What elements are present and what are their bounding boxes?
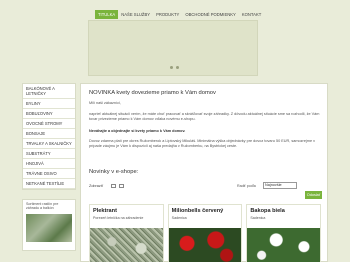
- product-name[interactable]: Plektrant: [90, 205, 163, 214]
- view-label: Zobraziť: [89, 184, 104, 188]
- product-card[interactable]: Plektrant Porezeň letnička na záhradenie: [89, 204, 164, 262]
- intro-paragraph: naprieť aktuálnej situácii verím, že mát…: [89, 112, 320, 121]
- product-subtitle: Sadenica: [250, 216, 266, 220]
- nav-item-kontakt[interactable]: Kontakt: [239, 10, 264, 19]
- nav-item-nase-sluzby[interactable]: Naše služby: [118, 10, 153, 19]
- product-list: Plektrant Porezeň letnička na záhradenie…: [89, 204, 322, 262]
- delivery-paragraph: Dovoz zdarma platí pre okres Ružomberok …: [89, 139, 316, 148]
- product-card[interactable]: Bakopa biela Sadenica: [246, 204, 322, 262]
- list-view-icon[interactable]: [119, 184, 124, 188]
- sort-select[interactable]: Najnovšie: [263, 182, 297, 189]
- product-image[interactable]: [168, 228, 242, 262]
- main-content: NOVINKA kvety dovezieme priamo k Vám dom…: [80, 83, 328, 262]
- sort-toolbar: Zobraziť Radiť podľa Najnovšie Odoslať: [89, 182, 322, 199]
- nav-item-titulka[interactable]: Titulka: [95, 10, 119, 19]
- nav-item-produkty[interactable]: Produkty: [153, 10, 182, 19]
- slider-dot[interactable]: [170, 66, 173, 69]
- slider-dot[interactable]: [176, 66, 179, 69]
- sidebar-item-ovocne-stromy[interactable]: Ovocné stromy: [23, 119, 75, 129]
- sidebar-promo[interactable]: Sortiment rastlín pre záhradu a balkón: [22, 199, 76, 251]
- product-card[interactable]: Milionbells červený Sadenica: [167, 204, 243, 262]
- sidebar-item-balkonove[interactable]: Balkónové a letničky: [23, 84, 75, 99]
- product-image[interactable]: [247, 228, 321, 262]
- nav-item-obchodne-podmienky[interactable]: Obchodné podmienky: [182, 10, 239, 19]
- grid-view-icon[interactable]: [111, 184, 116, 188]
- product-subtitle: Porezeň letnička na záhradenie: [93, 216, 144, 220]
- sidebar-item-byliny[interactable]: Byliny: [23, 99, 75, 109]
- sidebar-item-hnojiva[interactable]: Hnojivá: [23, 159, 75, 169]
- sidebar-item-trvalky[interactable]: Trvalky a skalničky: [23, 139, 75, 149]
- product-name[interactable]: Bakopa biela: [247, 205, 320, 214]
- top-navigation: Titulka Naše služby Produkty Obchodné po…: [95, 10, 264, 19]
- page-title: NOVINKA kvety dovezieme priamo k Vám dom…: [89, 90, 216, 96]
- highlight-text: Neváhajte a objednajte si kvety priamo k…: [89, 129, 186, 133]
- sort-label: Radiť podľa: [237, 184, 256, 188]
- product-name[interactable]: Milionbells červený: [169, 205, 242, 214]
- eshop-heading: Novinky v e-shope:: [89, 169, 139, 175]
- product-image[interactable]: [90, 228, 163, 262]
- submit-button[interactable]: Odoslať: [305, 191, 322, 199]
- promo-image: [26, 213, 72, 242]
- sidebar-item-substraty[interactable]: Substráty: [23, 149, 75, 159]
- greeting-text: Milí naši zákazníci,: [89, 101, 121, 105]
- sidebar-item-bonsaje[interactable]: Bonsaje: [23, 129, 75, 139]
- sidebar-item-netkane-textilie[interactable]: Netkané textílie: [23, 179, 75, 189]
- sidebar-item-bobuloviny[interactable]: Bobuľoviny: [23, 109, 75, 119]
- slider-dots: [170, 66, 179, 69]
- product-subtitle: Sadenica: [171, 216, 187, 220]
- category-sidebar: Balkónové a letničky Byliny Bobuľoviny O…: [22, 83, 76, 190]
- sidebar-item-travne-osivo[interactable]: Trávne osivo: [23, 169, 75, 179]
- promo-text: Sortiment rastlín pre záhradu a balkón: [26, 202, 59, 211]
